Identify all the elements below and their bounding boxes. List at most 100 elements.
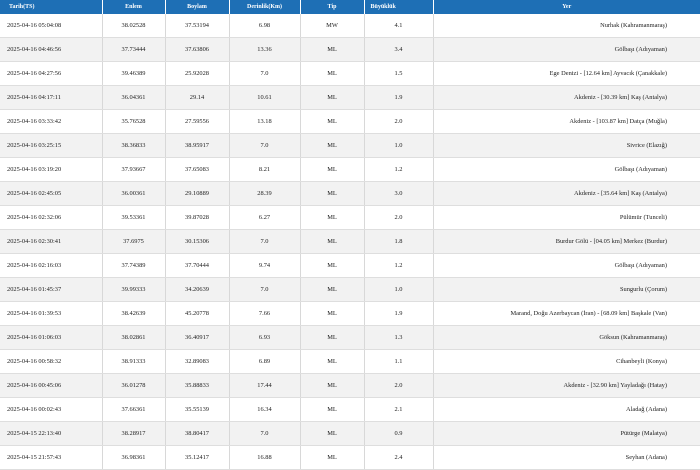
cell-type: ML [300, 373, 365, 398]
cell-place: Göksun (Kahramanmaraş) [433, 325, 700, 350]
cell-longitude: 30.15306 [165, 229, 230, 254]
cell-type: ML [300, 229, 365, 254]
cell-longitude: 35.55139 [165, 397, 230, 422]
cell-place: Burdur Gölü - [04.05 km] Merkez (Burdur) [433, 229, 700, 254]
cell-latitude: 37.73444 [102, 37, 166, 62]
cell-date: 2025-04-16 05:04:08 [0, 14, 103, 38]
cell-latitude: 38.91333 [102, 349, 166, 374]
cell-depth: 6.27 [229, 205, 301, 230]
table-body: 2025-04-16 05:04:08 38.02528 37.53194 6.98 M… [0, 14, 700, 470]
cell-type: ML [300, 421, 365, 446]
cell-date: 2025-04-16 00:58:32 [0, 349, 103, 374]
cell-type: ML [300, 445, 365, 470]
cell-date: 2025-04-16 02:32:06 [0, 205, 103, 230]
table-row[interactable]: 2025-04-16 03:19:20 37.93667 37.65083 8.21 M… [0, 157, 700, 182]
cell-date: 2025-04-16 01:06:03 [0, 325, 103, 350]
cell-longitude: 36.40917 [165, 325, 230, 350]
table-row[interactable]: 2025-04-15 22:13:40 38.28917 38.80417 7.0 ML… [0, 421, 700, 446]
cell-depth: 7.0 [229, 229, 301, 254]
cell-magnitude: 1.1 [364, 349, 434, 374]
cell-depth: 7.0 [229, 421, 301, 446]
cell-date: 2025-04-16 02:45:05 [0, 181, 103, 206]
cell-date: 2025-04-16 04:27:56 [0, 61, 103, 86]
cell-latitude: 38.42639 [102, 301, 166, 326]
cell-longitude: 32.89083 [165, 349, 230, 374]
cell-type: ML [300, 157, 365, 182]
cell-type: ML [300, 301, 365, 326]
cell-latitude: 36.98361 [102, 445, 166, 470]
cell-magnitude: 3.0 [364, 181, 434, 206]
table-row[interactable]: 2025-04-15 21:57:43 36.98361 35.12417 16.88… [0, 445, 700, 470]
column-header-longitude[interactable]: Boylam [165, 0, 230, 14]
cell-magnitude: 1.3 [364, 325, 434, 350]
cell-place: Gölbaşı (Adıyaman) [433, 37, 700, 62]
cell-date: 2025-04-16 02:30:41 [0, 229, 103, 254]
cell-longitude: 35.12417 [165, 445, 230, 470]
cell-longitude: 29.14 [165, 85, 230, 110]
cell-date: 2025-04-15 22:13:40 [0, 421, 103, 446]
cell-latitude: 39.99333 [102, 277, 166, 302]
table-row[interactable]: 2025-04-16 02:32:06 39.53361 39.87028 6.27 M… [0, 205, 700, 230]
cell-place: Sivrice (Elazığ) [433, 133, 700, 158]
cell-place: Ege Denizi - [12.64 km] Ayvacık (Çanakka… [433, 61, 700, 86]
cell-latitude: 39.53361 [102, 205, 166, 230]
cell-depth: 6.93 [229, 325, 301, 350]
cell-type: ML [300, 397, 365, 422]
table-row[interactable]: 2025-04-16 03:33:42 35.76528 27.59556 13.18… [0, 109, 700, 134]
cell-place: Nurhak (Kahramanmaraş) [433, 14, 700, 38]
cell-type: ML [300, 205, 365, 230]
column-header-depth[interactable]: Derinlik(Km) [229, 0, 301, 14]
cell-latitude: 37.93667 [102, 157, 166, 182]
cell-latitude: 39.46389 [102, 61, 166, 86]
cell-latitude: 36.01278 [102, 373, 166, 398]
table-row[interactable]: 2025-04-16 04:17:11 36.04361 29.14 10.61 ML 1… [0, 85, 700, 110]
cell-date: 2025-04-16 03:33:42 [0, 109, 103, 134]
table-row[interactable]: 2025-04-16 02:30:41 37.6975 30.15306 7.0 ML 1… [0, 229, 700, 254]
column-header-date[interactable]: Tarih(TS) [0, 0, 103, 14]
cell-depth: 6.89 [229, 349, 301, 374]
column-header-type[interactable]: Tip [300, 0, 365, 14]
cell-depth: 7.0 [229, 133, 301, 158]
cell-longitude: 35.88833 [165, 373, 230, 398]
table-row[interactable]: 2025-04-16 05:04:08 38.02528 37.53194 6.98 M… [0, 14, 700, 38]
cell-type: ML [300, 349, 365, 374]
cell-date: 2025-04-16 01:39:53 [0, 301, 103, 326]
table-row[interactable]: 2025-04-16 00:02:43 37.66361 35.55139 16.34… [0, 397, 700, 422]
cell-type: ML [300, 109, 365, 134]
column-header-latitude[interactable]: Enlem [102, 0, 166, 14]
table-row[interactable]: 2025-04-16 01:39:53 38.42639 45.20778 7.66 M… [0, 301, 700, 326]
table-row[interactable]: 2025-04-16 03:25:15 38.36833 38.95917 7.0 ML… [0, 133, 700, 158]
cell-place: Cihanbeyli (Konya) [433, 349, 700, 374]
cell-latitude: 36.00361 [102, 181, 166, 206]
cell-latitude: 37.74389 [102, 253, 166, 278]
table-row[interactable]: 2025-04-16 00:45:06 36.01278 35.88833 17.44… [0, 373, 700, 398]
cell-type: ML [300, 181, 365, 206]
cell-magnitude: 1.8 [364, 229, 434, 254]
cell-place: Gölbaşı (Adıyaman) [433, 157, 700, 182]
table-row[interactable]: 2025-04-16 02:45:05 36.00361 29.10889 28.39… [0, 181, 700, 206]
table-row[interactable]: 2025-04-16 04:46:56 37.73444 37.63806 13.36… [0, 37, 700, 62]
table-row[interactable]: 2025-04-16 02:16:03 37.74389 37.70444 9.74 M… [0, 253, 700, 278]
table-row[interactable]: 2025-04-16 00:58:32 38.91333 32.89083 6.89 M… [0, 349, 700, 374]
column-header-place[interactable]: Yer [433, 0, 700, 14]
cell-magnitude: 1.5 [364, 61, 434, 86]
cell-magnitude: 2.0 [364, 205, 434, 230]
table-row[interactable]: 2025-04-16 01:45:37 39.99333 34.20639 7.0 ML… [0, 277, 700, 302]
cell-magnitude: 1.9 [364, 85, 434, 110]
cell-depth: 10.61 [229, 85, 301, 110]
cell-place: Akdeniz - [103.87 km] Datça (Muğla) [433, 109, 700, 134]
column-header-magnitude[interactable]: Büyüklük [364, 0, 434, 14]
cell-depth: 17.44 [229, 373, 301, 398]
earthquake-table: Tarih(TS) Enlem Boylam Derinlik(Km) Tip … [0, 0, 700, 470]
cell-place: Aladağ (Adana) [433, 397, 700, 422]
table-row[interactable]: 2025-04-16 04:27:56 39.46389 25.92028 7.0 ML… [0, 61, 700, 86]
table-row[interactable]: 2025-04-16 01:06:03 38.02861 36.40917 6.93 M… [0, 325, 700, 350]
cell-place: Akdeniz - [35.64 km] Kaş (Antalya) [433, 181, 700, 206]
cell-longitude: 37.70444 [165, 253, 230, 278]
table-header: Tarih(TS) Enlem Boylam Derinlik(Km) Tip … [0, 0, 700, 14]
cell-latitude: 36.04361 [102, 85, 166, 110]
cell-longitude: 38.80417 [165, 421, 230, 446]
cell-type: ML [300, 277, 365, 302]
cell-longitude: 37.63806 [165, 37, 230, 62]
cell-longitude: 45.20778 [165, 301, 230, 326]
